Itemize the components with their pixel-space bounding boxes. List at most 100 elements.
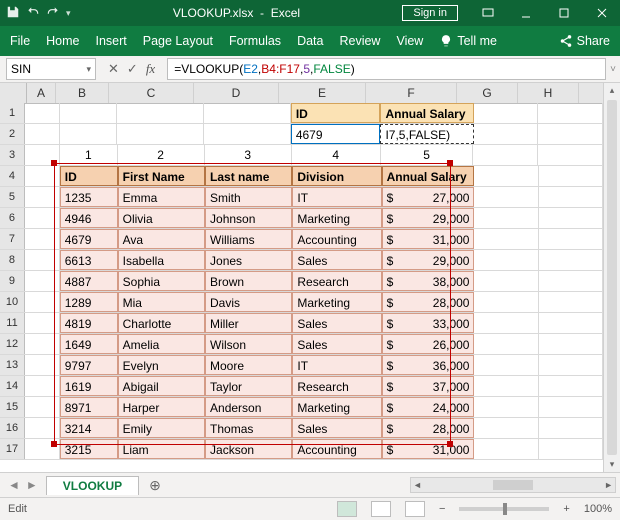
- row-header[interactable]: 2: [0, 124, 25, 144]
- cell[interactable]: ID: [60, 166, 118, 186]
- tab-home[interactable]: Home: [46, 34, 79, 48]
- cell[interactable]: Evelyn: [118, 355, 205, 375]
- cell[interactable]: [538, 124, 603, 144]
- cell[interactable]: 4: [292, 145, 381, 165]
- tab-file[interactable]: File: [10, 34, 30, 48]
- cell[interactable]: Anderson: [205, 397, 292, 417]
- cell[interactable]: $31,000: [382, 439, 475, 459]
- cell[interactable]: [539, 313, 603, 333]
- cell[interactable]: Sophia: [118, 271, 205, 291]
- cell[interactable]: 3: [205, 145, 292, 165]
- range-handle[interactable]: [447, 441, 453, 447]
- tab-formulas[interactable]: Formulas: [229, 34, 281, 48]
- cell[interactable]: Marketing: [292, 208, 381, 228]
- col-header-f[interactable]: F: [366, 83, 457, 103]
- cell[interactable]: [25, 313, 60, 333]
- row-header[interactable]: 9: [0, 271, 25, 291]
- cell[interactable]: $36,000: [382, 355, 475, 375]
- cell[interactable]: [25, 166, 60, 186]
- cell[interactable]: Isabella: [118, 250, 205, 270]
- tab-insert[interactable]: Insert: [96, 34, 127, 48]
- cell[interactable]: I7,5,FALSE): [380, 124, 473, 144]
- cell[interactable]: [539, 229, 603, 249]
- zoom-out-icon[interactable]: −: [439, 503, 445, 515]
- cell[interactable]: [539, 439, 603, 459]
- row-header[interactable]: 1: [0, 103, 25, 123]
- cell[interactable]: Accounting: [292, 229, 381, 249]
- cell[interactable]: [25, 124, 60, 144]
- formula-input[interactable]: =VLOOKUP(E2,B4:F17,5,FALSE): [167, 58, 606, 80]
- view-page-layout-icon[interactable]: [371, 501, 391, 517]
- cell[interactable]: [539, 334, 603, 354]
- cell[interactable]: Annual Salary: [380, 103, 473, 123]
- cell[interactable]: Emma: [118, 187, 205, 207]
- ribbon-display-icon[interactable]: [470, 0, 506, 26]
- cell[interactable]: Sales: [292, 418, 381, 438]
- cell[interactable]: [474, 208, 538, 228]
- zoom-slider[interactable]: [459, 507, 549, 511]
- cell[interactable]: $24,000: [382, 397, 475, 417]
- cell[interactable]: ID: [291, 103, 381, 123]
- cell[interactable]: [539, 418, 603, 438]
- cell[interactable]: [474, 397, 538, 417]
- cell[interactable]: [60, 124, 117, 144]
- cell[interactable]: Marketing: [292, 292, 381, 312]
- cell[interactable]: Abigail: [118, 376, 205, 396]
- cell[interactable]: $28,000: [382, 418, 475, 438]
- horizontal-scrollbar[interactable]: ◄►: [410, 477, 616, 493]
- sheet-tab[interactable]: VLOOKUP: [46, 476, 139, 495]
- cell[interactable]: [25, 187, 60, 207]
- cell[interactable]: [474, 439, 538, 459]
- cell[interactable]: [539, 166, 603, 186]
- zoom-in-icon[interactable]: +: [563, 503, 569, 515]
- cell[interactable]: Thomas: [205, 418, 292, 438]
- vertical-scrollbar[interactable]: ▴▾: [603, 83, 620, 472]
- cell[interactable]: $31,000: [382, 229, 475, 249]
- cancel-formula-icon[interactable]: ✕: [108, 61, 119, 77]
- select-all-corner[interactable]: [0, 83, 27, 103]
- row-header[interactable]: 3: [0, 145, 25, 165]
- fx-icon[interactable]: fx: [146, 61, 161, 77]
- minimize-icon[interactable]: [508, 0, 544, 26]
- cell[interactable]: Sales: [292, 334, 381, 354]
- cell[interactable]: $28,000: [382, 292, 475, 312]
- cell[interactable]: Accounting: [292, 439, 381, 459]
- cell[interactable]: 1289: [60, 292, 118, 312]
- cell[interactable]: $29,000: [382, 208, 475, 228]
- cell[interactable]: [474, 376, 538, 396]
- cell[interactable]: First Name: [118, 166, 205, 186]
- tab-view[interactable]: View: [396, 34, 423, 48]
- undo-icon[interactable]: [26, 5, 40, 22]
- cell[interactable]: [538, 103, 603, 123]
- maximize-icon[interactable]: [546, 0, 582, 26]
- cell[interactable]: [204, 124, 291, 144]
- cell[interactable]: 4819: [60, 313, 118, 333]
- add-sheet-icon[interactable]: ⊕: [139, 477, 171, 494]
- row-header[interactable]: 12: [0, 334, 25, 354]
- cell[interactable]: Liam: [118, 439, 205, 459]
- cell[interactable]: 3215: [60, 439, 118, 459]
- cell[interactable]: $26,000: [382, 334, 475, 354]
- cell[interactable]: [25, 229, 60, 249]
- cell[interactable]: $27,000: [382, 187, 475, 207]
- cell[interactable]: [539, 250, 603, 270]
- row-header[interactable]: 7: [0, 229, 25, 249]
- row-header[interactable]: 11: [0, 313, 25, 333]
- cell[interactable]: Marketing: [292, 397, 381, 417]
- cell[interactable]: 6613: [60, 250, 118, 270]
- cell[interactable]: Ava: [118, 229, 205, 249]
- cell[interactable]: Taylor: [205, 376, 292, 396]
- cell[interactable]: [539, 355, 603, 375]
- cell[interactable]: 1: [60, 145, 117, 165]
- name-box[interactable]: SIN▾: [6, 58, 96, 80]
- cell[interactable]: [25, 418, 60, 438]
- cell[interactable]: [538, 145, 603, 165]
- tab-data[interactable]: Data: [297, 34, 323, 48]
- cell[interactable]: [474, 250, 538, 270]
- cell[interactable]: [539, 208, 603, 228]
- cell[interactable]: Amelia: [118, 334, 205, 354]
- cell[interactable]: 4679: [291, 124, 381, 144]
- enter-formula-icon[interactable]: ✓: [127, 61, 138, 77]
- cell[interactable]: Sales: [292, 250, 381, 270]
- cell[interactable]: Last name: [205, 166, 292, 186]
